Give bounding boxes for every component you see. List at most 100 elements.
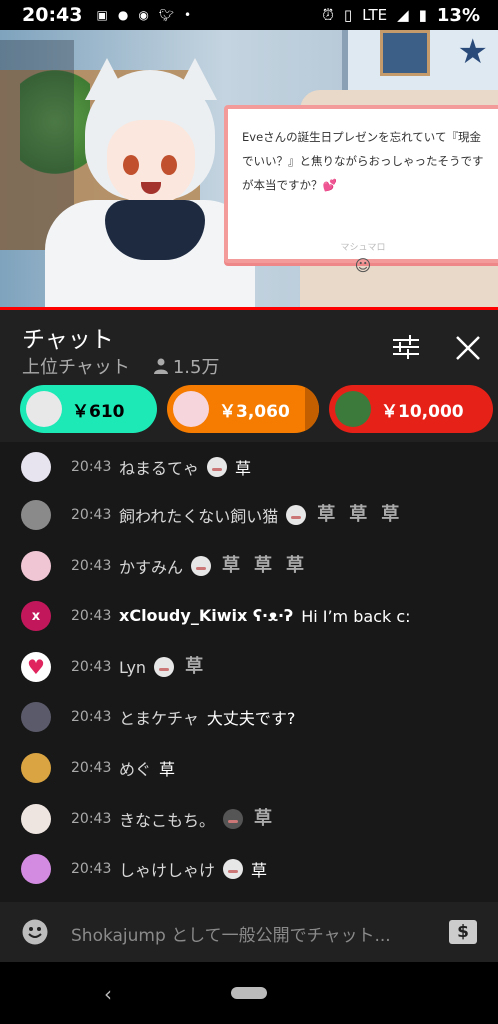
message-time: 20:43 (71, 558, 112, 574)
kusa-emoji-icon: 草 (222, 555, 241, 576)
list-item[interactable]: 20:43 飼われたくない飼い猫 草 草 草 (0, 490, 498, 540)
card-signature: マシュマロ (340, 243, 386, 253)
home-pill-icon[interactable] (231, 987, 267, 999)
kusa-emoji-icon: 草 (381, 504, 400, 525)
message-time: 20:43 (71, 709, 112, 725)
author-name[interactable]: しゃけしゃけ (119, 857, 215, 881)
chat-input[interactable]: Shokajump として一般公開でチャット... (71, 921, 391, 946)
avatar: x (21, 601, 51, 631)
list-item[interactable]: 20:43 しゃけしゃけ 草 (0, 844, 498, 894)
dot-icon: • (184, 8, 192, 22)
close-icon[interactable] (455, 335, 481, 361)
wall-picture (380, 30, 430, 76)
message-time: 20:43 (71, 507, 112, 523)
member-badge-icon (154, 657, 175, 677)
super-chat-money-icon[interactable]: $ (449, 920, 477, 944)
marshmallow-question-card: Eveさんの誕生日プレゼンを忘れていて『現金でいい？』と焦りながらおっしゃったそ… (224, 105, 498, 275)
spoon-icon: ◉ (138, 8, 149, 22)
member-badge-icon (191, 556, 212, 576)
signal-icon: ◢ (397, 6, 409, 24)
chat-mode-label[interactable]: 上位チャット (22, 353, 130, 379)
list-item[interactable]: x 20:43 xCloudy_Kiwix ʕ·ᴥ·ʔ Hi I’m back … (0, 591, 498, 641)
video-player[interactable]: ★ Eveさんの誕生日プレゼンを忘れていて『現金でいい？』と焦りながらおっしゃっ… (0, 30, 498, 310)
kusa-emoji-icon: 草 (254, 808, 273, 829)
chat-message-list[interactable]: 20:43 ねまるてゃ 草 20:43 飼われたくない飼い猫 草 草 草 20:… (0, 442, 498, 902)
heart-avatar-icon: ♥ (21, 652, 51, 682)
super-chat-amount: ￥610 (72, 401, 125, 422)
member-badge-icon (223, 859, 244, 879)
super-chat-pill[interactable]: ￥3,060 (167, 385, 319, 433)
author-name[interactable]: 飼われたくない飼い猫 (119, 503, 278, 527)
vtuber-avatar (45, 50, 255, 310)
network-label: LTE (362, 6, 388, 24)
back-icon[interactable]: ‹ (104, 982, 112, 1006)
author-name[interactable]: かすみん (119, 554, 183, 578)
tune-icon[interactable] (393, 335, 419, 359)
emoji-icon[interactable] (22, 919, 48, 945)
message-time: 20:43 (71, 811, 112, 827)
battery-icon: ▮ (418, 6, 427, 24)
line-icon: ● (117, 8, 129, 22)
list-item[interactable]: 20:43 かすみん 草 草 草 (0, 541, 498, 591)
list-item[interactable]: 20:43 めぐ 草 (0, 743, 498, 793)
member-badge-icon (223, 809, 244, 829)
super-chat-pill[interactable]: ￥610 (20, 385, 157, 433)
author-name[interactable]: とまケチャ (119, 705, 199, 729)
avatar (173, 391, 209, 427)
list-item[interactable]: 20:43 きなこもち。 草 (0, 794, 498, 844)
message-time: 20:43 (71, 608, 112, 624)
person-icon (153, 358, 168, 374)
message-time: 20:43 (71, 861, 112, 877)
super-chat-amount: ￥3,060 (219, 401, 290, 422)
card-message: Eveさんの誕生日プレゼンを忘れていて『現金でいい？』と焦りながらおっしゃったそ… (242, 130, 484, 192)
author-name[interactable]: xCloudy_Kiwix ʕ·ᴥ·ʔ (119, 606, 293, 626)
avatar (335, 391, 371, 427)
author-name[interactable]: ねまるてゃ (119, 455, 199, 479)
avatar (21, 804, 51, 834)
chat-title: チャット (22, 327, 114, 353)
list-item[interactable]: 20:43 ねまるてゃ 草 (0, 442, 498, 492)
avatar (21, 854, 51, 884)
super-chat-ticker: ￥610 ￥3,060 ￥10,000 ￥ (0, 385, 498, 442)
avatar (26, 391, 62, 427)
author-name[interactable]: めぐ (119, 756, 151, 780)
chat-header: チャット 上位チャット 1.5万 (0, 310, 498, 385)
alarm-icon: ⏰︎ (322, 6, 334, 24)
member-badge-icon (286, 505, 307, 525)
status-time: 20:43 (22, 4, 83, 26)
chat-mode-selector[interactable]: 上位チャット 1.5万 (22, 353, 219, 379)
marshmallow-mascot-icon: ☺ (354, 256, 372, 275)
message-text: 草 (159, 760, 176, 779)
message-text: 草 (251, 861, 268, 880)
avatar (21, 753, 51, 783)
message-text: 大丈夫です? (206, 709, 296, 728)
author-name[interactable]: Lyn (119, 658, 146, 677)
message-text: Hi I’m back c: (301, 606, 411, 626)
avatar (21, 551, 51, 581)
avatar (21, 500, 51, 530)
avatar (21, 702, 51, 732)
kusa-emoji-icon: 草 (317, 504, 336, 525)
super-chat-pill[interactable]: ￥10,000 (329, 385, 493, 433)
list-item[interactable]: 20:43 とまケチャ 大丈夫です? (0, 692, 498, 742)
author-name[interactable]: きなこもち。 (119, 807, 215, 831)
navigation-bar: ‹ (0, 962, 498, 1024)
viewer-count-value: 1.5万 (172, 357, 220, 378)
message-time: 20:43 (71, 459, 112, 475)
super-chat-amount: ￥10,000 (381, 401, 464, 422)
image-icon: ▣ (96, 8, 108, 22)
status-bar: 20:43 ▣ ● ◉ 🐦︎ • ⏰︎ ▯ LTE ◢ ▮ 13% (0, 0, 498, 30)
chat-input-bar: Shokajump として一般公開でチャット... $ (0, 902, 498, 962)
viewer-count: 1.5万 (153, 353, 220, 379)
notification-icons: ▣ ● ◉ 🐦︎ • (96, 8, 191, 22)
kusa-emoji-icon: 草 (254, 555, 273, 576)
kusa-emoji-icon: 草 (286, 555, 305, 576)
battery-level: 13% (436, 4, 480, 26)
twitter-icon: 🐦︎ (158, 8, 175, 22)
member-badge-icon (207, 457, 228, 477)
message-time: 20:43 (71, 760, 112, 776)
heart-icon: 💕 (322, 178, 337, 192)
message-text: 草 (235, 459, 252, 478)
kusa-emoji-icon: 草 (185, 656, 204, 677)
list-item[interactable]: ♥ 20:43 Lyn 草 (0, 642, 498, 692)
